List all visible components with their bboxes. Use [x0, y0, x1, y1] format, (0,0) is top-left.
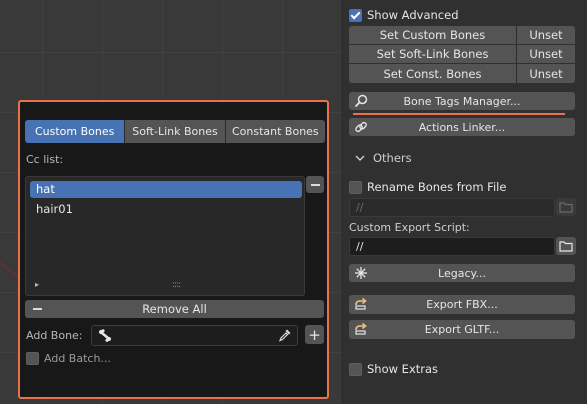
resize-grip-icon[interactable]: ::::: [172, 280, 181, 290]
minus-icon: [310, 183, 320, 186]
link-icon: [355, 121, 367, 133]
bone-tags-manager-label: Bone Tags Manager...: [403, 94, 521, 108]
minus-icon: [33, 308, 42, 310]
show-advanced-label: Show Advanced: [367, 8, 459, 22]
rename-bones-label: Rename Bones from File: [367, 180, 507, 194]
export-fbx-button[interactable]: Export FBX...: [349, 295, 575, 314]
set-soft-link-bones-row: Set Soft-Link Bones Unset: [349, 45, 575, 63]
checkbox-icon: [26, 352, 39, 365]
show-extras-label: Show Extras: [367, 362, 439, 376]
export-fbx-label: Export FBX...: [426, 298, 498, 311]
custom-export-label: Custom Export Script:: [349, 221, 470, 234]
legacy-label: Legacy...: [438, 266, 486, 280]
list-item[interactable]: hair01: [30, 201, 302, 218]
folder-icon: [559, 240, 573, 252]
export-icon: [355, 322, 367, 335]
remove-item-button[interactable]: [306, 176, 324, 193]
sparkle-icon: [355, 267, 367, 279]
checkbox-checked-icon: [349, 8, 362, 22]
folder-icon: [559, 201, 573, 213]
expand-arrow-icon[interactable]: ▸: [35, 280, 39, 289]
set-custom-bones-row: Set Custom Bones Unset: [349, 26, 575, 44]
custom-export-browse-button[interactable]: [556, 237, 576, 255]
unset-const-bones-button[interactable]: Unset: [517, 64, 575, 83]
others-section-header[interactable]: Others: [355, 151, 412, 165]
set-soft-link-bones-button[interactable]: Set Soft-Link Bones: [349, 45, 517, 63]
cc-list-label: Cc list:: [26, 153, 64, 166]
show-extras-checkbox[interactable]: Show Extras: [349, 362, 438, 376]
search-icon: [354, 94, 368, 108]
set-const-bones-button[interactable]: Set Const. Bones: [349, 64, 517, 83]
add-bone-label: Add Bone:: [26, 329, 83, 342]
set-const-bones-row: Set Const. Bones Unset: [349, 64, 575, 83]
bone-tags-manager-button[interactable]: Bone Tags Manager...: [349, 92, 575, 110]
others-label: Others: [373, 151, 412, 165]
export-icon: [355, 297, 367, 310]
add-bone-button[interactable]: +: [305, 325, 324, 344]
add-batch-checkbox[interactable]: Add Batch...: [26, 352, 111, 365]
checkbox-icon: [349, 180, 362, 194]
rename-bones-checkbox[interactable]: Rename Bones from File: [349, 180, 506, 194]
eyedropper-icon[interactable]: [278, 328, 292, 342]
side-panel: Show Advanced Set Custom Bones Unset Set…: [341, 0, 587, 404]
tab-constant-bones[interactable]: Constant Bones: [225, 120, 325, 143]
bone-icon: [99, 329, 111, 342]
tab-custom-bones[interactable]: Custom Bones: [25, 120, 126, 143]
add-bone-field[interactable]: [91, 325, 298, 346]
cc-list[interactable]: hat hair01 ▸ ::::: [25, 176, 305, 296]
remove-all-label: Remove All: [142, 302, 207, 316]
remove-all-button[interactable]: Remove All: [25, 300, 324, 318]
export-gltf-button[interactable]: Export GLTF...: [349, 320, 575, 339]
set-custom-bones-button[interactable]: Set Custom Bones: [349, 26, 517, 44]
tab-soft-link-bones[interactable]: Soft-Link Bones: [125, 120, 226, 143]
bone-list-popup: Custom Bones Soft-Link Bones Constant Bo…: [18, 100, 329, 399]
rename-file-path-field: //: [349, 198, 555, 217]
add-batch-label: Add Batch...: [44, 352, 111, 365]
list-item[interactable]: hat: [30, 181, 302, 198]
actions-linker-button[interactable]: Actions Linker...: [349, 118, 575, 136]
rename-file-browse-button: [556, 198, 576, 216]
show-advanced-checkbox[interactable]: Show Advanced: [349, 8, 459, 22]
chevron-down-icon: [355, 155, 365, 161]
active-indicator: [353, 113, 565, 115]
custom-export-path-field[interactable]: //: [349, 237, 555, 256]
actions-linker-label: Actions Linker...: [418, 120, 506, 134]
legacy-button[interactable]: Legacy...: [349, 264, 575, 282]
bone-type-tabs: Custom Bones Soft-Link Bones Constant Bo…: [25, 120, 325, 143]
export-gltf-label: Export GLTF...: [424, 323, 500, 336]
checkbox-icon: [349, 362, 362, 376]
unset-custom-bones-button[interactable]: Unset: [517, 26, 575, 44]
unset-soft-link-bones-button[interactable]: Unset: [517, 45, 575, 63]
